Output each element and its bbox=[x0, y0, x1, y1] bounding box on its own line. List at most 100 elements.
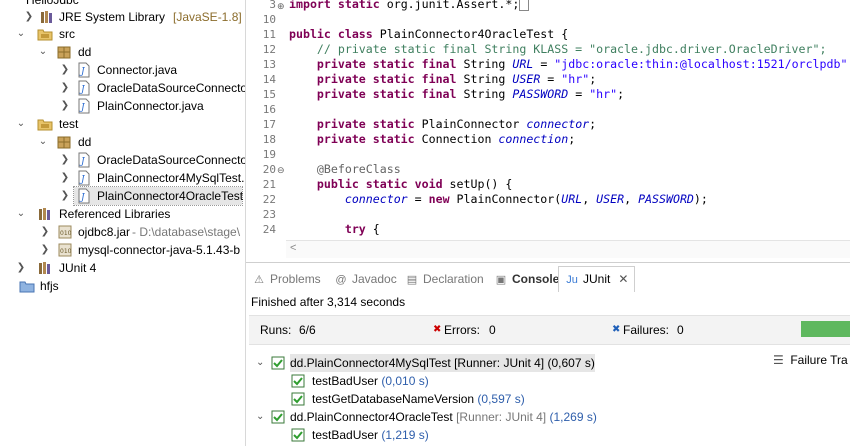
source-folder-icon bbox=[37, 29, 53, 41]
jar-icon: 010 bbox=[58, 225, 72, 239]
code-keyword: private static final bbox=[289, 72, 464, 86]
tab-console[interactable]: ▣ Console bbox=[494, 267, 560, 291]
src-file-label: OracleDataSourceConnecto bbox=[97, 81, 246, 95]
test-suite-passed-icon bbox=[271, 356, 285, 370]
tab-javadoc[interactable]: @ Javadoc bbox=[334, 267, 396, 291]
java-file-icon: J bbox=[78, 62, 90, 78]
hfjs-label: hfjs bbox=[40, 279, 59, 293]
test-case-time: (0,010 s) bbox=[378, 374, 429, 388]
code-text: ; bbox=[589, 72, 597, 86]
jar-decor: - D:\database\stage\ bbox=[132, 225, 241, 239]
chevron-down-icon[interactable]: ⌄ bbox=[38, 43, 48, 61]
tree-test-file-selected[interactable]: ❯ J PlainConnector4OracleTest bbox=[61, 186, 244, 206]
code-text: org.junit.Assert.*; bbox=[386, 0, 520, 11]
errors-label: Errors: bbox=[444, 323, 480, 337]
test-passed-icon bbox=[291, 374, 305, 388]
code-keyword: private static final bbox=[289, 87, 464, 101]
source-folder-icon bbox=[37, 119, 53, 131]
chevron-right-icon[interactable]: ❯ bbox=[60, 187, 70, 205]
test-suite-runner: [Runner: JUnit 4] bbox=[452, 410, 547, 424]
line-number: 17 bbox=[262, 118, 276, 131]
jar-label: ojdbc8.jar bbox=[78, 225, 131, 239]
chevron-right-icon[interactable]: ❯ bbox=[60, 79, 70, 97]
code-text: String bbox=[463, 87, 513, 101]
code-field: connector bbox=[526, 117, 590, 131]
chevron-right-icon[interactable]: ❯ bbox=[60, 169, 70, 187]
junit-icon: Ju bbox=[566, 274, 578, 286]
java-file-icon: J bbox=[78, 188, 90, 204]
console-icon: ▣ bbox=[495, 274, 507, 286]
view-tabbar: ⚠ Problems @ Javadoc ▤ Declaration ▣ Console… bbox=[246, 266, 850, 292]
failure-trace-icon: ☰ bbox=[773, 353, 784, 367]
line-number: 3 bbox=[269, 0, 276, 11]
failure-trace-header[interactable]: ☰ Failure Tra bbox=[773, 351, 848, 369]
code-text: Connection bbox=[421, 132, 499, 146]
code-string: "hr" bbox=[589, 87, 618, 101]
close-icon[interactable]: ✕ bbox=[618, 272, 628, 286]
code-keyword: try bbox=[289, 222, 366, 236]
code-text: ; bbox=[617, 87, 625, 101]
src-file-label: Connector.java bbox=[97, 63, 178, 77]
test-passed-icon bbox=[291, 392, 305, 406]
code-line: // private static final String KLASS = "… bbox=[289, 42, 827, 56]
test-case-label: testBadUser (1,219 s) bbox=[312, 426, 429, 444]
code-line: private static PlainConnector connector; bbox=[289, 117, 596, 132]
chevron-right-icon[interactable]: ❯ bbox=[60, 61, 70, 79]
code-editor[interactable]: 3 ⊕ 10 11 12 13 14 15 16 17 18 19 20 ⊖ 2… bbox=[246, 0, 850, 258]
tab-label: Problems bbox=[270, 272, 321, 286]
scroll-left-icon[interactable]: < bbox=[290, 242, 296, 254]
java-file-icon: J bbox=[78, 98, 90, 114]
line-number: 13 bbox=[262, 58, 276, 71]
test-case-name: testGetDatabaseNameVersion bbox=[312, 392, 475, 406]
chevron-right-icon[interactable]: ❯ bbox=[60, 97, 70, 115]
chevron-down-icon[interactable]: ⌄ bbox=[256, 354, 264, 372]
chevron-right-icon[interactable]: ❯ bbox=[16, 259, 26, 277]
test-passed-icon bbox=[291, 428, 305, 442]
line-number: 10 bbox=[262, 13, 276, 26]
jre-label: JRE System Library bbox=[59, 10, 166, 24]
fold-collapse-icon[interactable]: ⊖ bbox=[277, 165, 285, 176]
tab-label: JUnit bbox=[583, 272, 611, 286]
chevron-down-icon[interactable]: ⌄ bbox=[38, 133, 48, 151]
test-package-label: dd bbox=[78, 135, 92, 149]
code-field: PASSWORD bbox=[512, 87, 569, 101]
library-icon bbox=[39, 262, 50, 274]
code-text: ; bbox=[589, 117, 597, 131]
folded-block-marker[interactable] bbox=[519, 0, 530, 11]
code-keyword: private static bbox=[289, 132, 422, 146]
fold-expand-icon[interactable]: ⊕ bbox=[277, 1, 285, 12]
test-file-label: OracleDataSourceConnecto bbox=[97, 153, 246, 167]
code-text: ); bbox=[693, 192, 708, 206]
tab-problems[interactable]: ⚠ Problems bbox=[252, 267, 321, 291]
chevron-down-icon[interactable]: ⌄ bbox=[16, 205, 26, 223]
code-text: String bbox=[463, 72, 513, 86]
code-text: = bbox=[540, 72, 562, 86]
tab-declaration[interactable]: ▤ Declaration bbox=[405, 267, 484, 291]
test-case-label: testGetDatabaseNameVersion (0,597 s) bbox=[312, 390, 525, 408]
code-field: PASSWORD bbox=[638, 192, 694, 206]
chevron-down-icon[interactable]: ⌄ bbox=[256, 408, 264, 426]
chevron-down-icon[interactable]: ⌄ bbox=[16, 115, 26, 133]
code-keyword: private static bbox=[289, 117, 422, 131]
code-keyword: private static final bbox=[289, 57, 464, 71]
tab-label: Console bbox=[512, 272, 560, 286]
code-field: connection bbox=[498, 132, 569, 146]
declaration-icon: ▤ bbox=[406, 274, 418, 286]
chevron-right-icon[interactable]: ❯ bbox=[40, 241, 50, 259]
horizontal-scrollbar[interactable]: < bbox=[286, 240, 850, 258]
line-number: 23 bbox=[262, 208, 276, 221]
reflibs-label: Referenced Libraries bbox=[59, 207, 171, 221]
tab-junit[interactable]: Ju JUnit ✕ bbox=[558, 266, 636, 292]
chevron-right-icon[interactable]: ❯ bbox=[60, 151, 70, 169]
test-file-label: PlainConnector4OracleTest bbox=[97, 189, 244, 203]
code-string: "jdbc:oracle:thin:@localhost:1521/orclpd… bbox=[554, 57, 848, 71]
code-line: public static void setUp() { bbox=[289, 177, 512, 192]
chevron-right-icon[interactable]: ❯ bbox=[24, 8, 34, 26]
tab-label: Declaration bbox=[423, 272, 484, 286]
test-case-time: (0,597 s) bbox=[474, 392, 525, 406]
line-number: 11 bbox=[262, 28, 276, 41]
chevron-right-icon[interactable]: ❯ bbox=[40, 223, 50, 241]
runs-value: 6/6 bbox=[299, 323, 316, 337]
code-text: = bbox=[568, 87, 590, 101]
chevron-down-icon[interactable]: ⌄ bbox=[16, 25, 26, 43]
